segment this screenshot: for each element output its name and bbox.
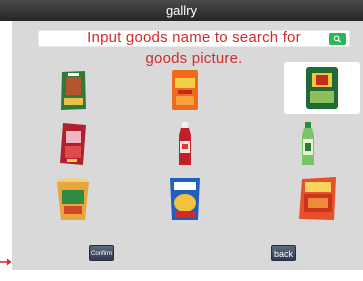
goods-item-spicy-snack-pack[interactable] (35, 118, 111, 170)
orange-snack-pouch-image (172, 70, 198, 110)
goods-item-orange-snack-pouch[interactable] (147, 64, 223, 116)
back-button[interactable]: back (271, 245, 296, 261)
arrow-right-icon (0, 258, 12, 266)
red-drink-bottle-image (179, 122, 191, 165)
window-title: gallry (165, 3, 198, 18)
goods-item-meat-snack-pack[interactable] (35, 64, 111, 116)
goods-item-red-drink-bottle[interactable] (147, 118, 223, 170)
meat-snack-pack-image (61, 71, 86, 110)
chili-snack-bag-image (299, 177, 336, 220)
spicy-snack-pack-image (60, 123, 86, 165)
green-tea-box-image (306, 67, 338, 109)
goods-item-chili-snack-bag[interactable] (280, 173, 356, 225)
search-button[interactable] (329, 33, 346, 45)
milk-tea-cup-image (57, 178, 89, 220)
goods-item-green-tea-bottle[interactable] (270, 118, 346, 170)
green-tea-bottle-image (302, 122, 314, 165)
confirm-button[interactable]: Confirm (89, 245, 114, 261)
potato-chips-bag-image (170, 178, 200, 220)
search-icon (333, 35, 342, 43)
goods-item-green-tea-box[interactable] (284, 62, 360, 114)
goods-item-potato-chips-bag[interactable] (147, 173, 223, 225)
window-title-bar: gallry (0, 0, 363, 21)
goods-item-milk-tea-cup[interactable] (35, 173, 111, 225)
search-hint-text: Input goods name to search for goods pic… (87, 29, 301, 67)
